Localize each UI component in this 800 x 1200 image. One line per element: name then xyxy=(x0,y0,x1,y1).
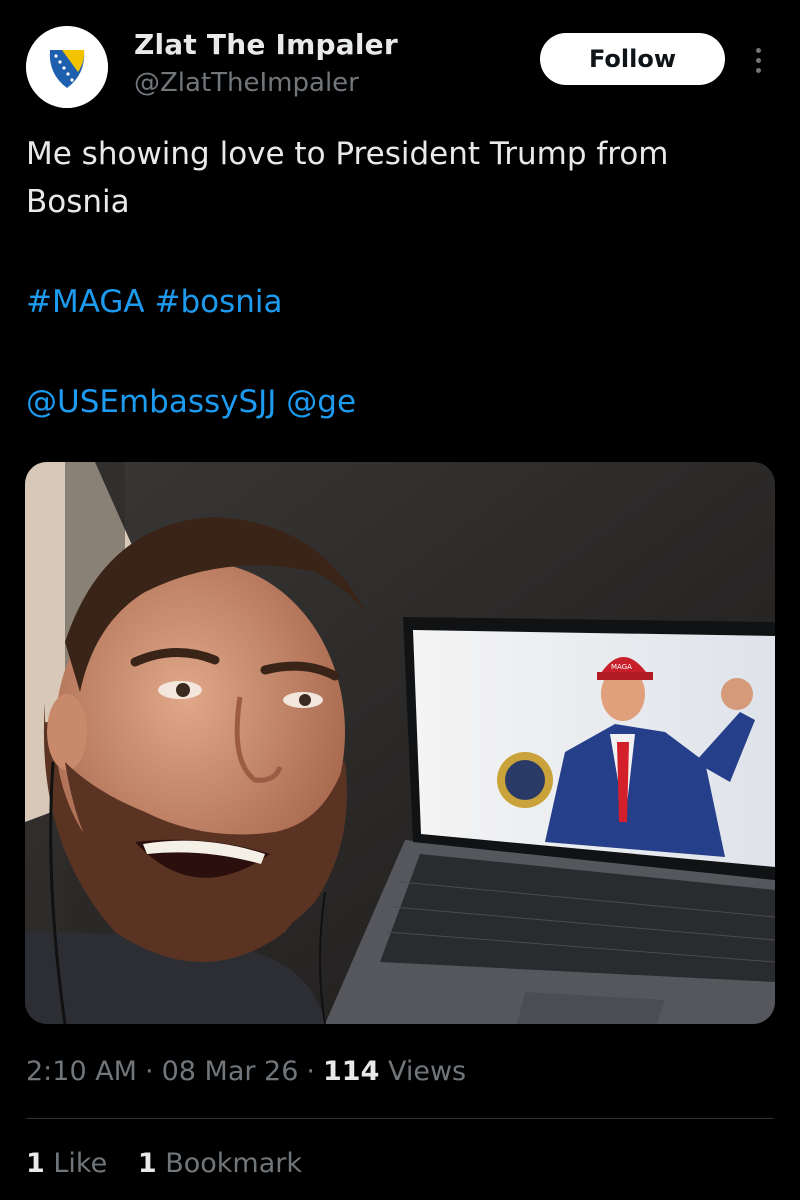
bookmarks-count: 1 xyxy=(137,1148,157,1179)
likes-stat[interactable]: 1 Like xyxy=(26,1148,107,1179)
selfie-with-laptop-photo: MAGA xyxy=(25,462,775,1024)
views-label: Views xyxy=(387,1056,467,1087)
hashtag-link[interactable]: #MAGA xyxy=(26,284,145,320)
tweet-text: Me showing love to President Trump from … xyxy=(26,130,776,426)
divider xyxy=(26,1118,774,1119)
likes-count: 1 xyxy=(26,1148,45,1179)
mention-link[interactable]: @USEmbassySJJ xyxy=(26,384,276,420)
more-dot xyxy=(755,67,761,73)
tweet-text-line: Bosnia xyxy=(26,184,130,220)
meta-separator: · xyxy=(306,1056,315,1087)
tweet-text-line: Me showing love to President Trump from xyxy=(26,136,669,172)
tweet-meta: 2:10 AM · 08 Mar 26 · 114 Views xyxy=(26,1056,466,1087)
engagement-stats: 1 Like 1 Bookmark xyxy=(26,1148,324,1179)
tweet-time[interactable]: 2:10 AM xyxy=(26,1056,137,1087)
more-options-icon[interactable] xyxy=(748,38,768,82)
mention-link[interactable]: @ge xyxy=(286,384,356,420)
likes-label: Like xyxy=(53,1148,108,1179)
bookmarks-label: Bookmark xyxy=(165,1148,302,1179)
more-dot xyxy=(755,47,761,53)
hashtag-link[interactable]: #bosnia xyxy=(154,284,282,320)
more-dot xyxy=(755,57,761,63)
meta-separator: · xyxy=(144,1056,154,1087)
views-count: 114 xyxy=(323,1056,380,1087)
tweet-photo[interactable]: MAGA xyxy=(25,462,775,1024)
user-handle[interactable]: @ZlatTheImpaler xyxy=(134,68,359,98)
hashtags-line: #MAGA #bosnia xyxy=(26,278,776,326)
bookmarks-stat[interactable]: 1 Bookmark xyxy=(138,1148,302,1179)
cap-text: MAGA xyxy=(611,663,632,671)
mentions-line: @USEmbassySJJ @ge xyxy=(26,378,776,426)
avatar[interactable] xyxy=(26,26,108,108)
tweet-date[interactable]: 08 Mar 26 xyxy=(162,1056,299,1087)
bosnian-shield-avatar-icon xyxy=(26,26,108,108)
display-name[interactable]: Zlat The Impaler xyxy=(134,28,398,61)
follow-button[interactable]: Follow xyxy=(540,33,725,85)
